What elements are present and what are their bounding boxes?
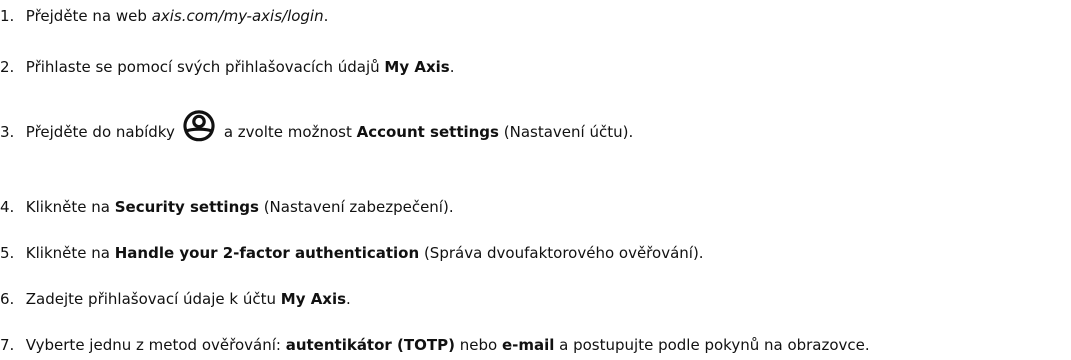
account-settings-label: Account settings: [356, 123, 499, 141]
step-number: 6.: [0, 290, 15, 308]
step-number: 2.: [0, 58, 15, 76]
step-text: Klikněte na: [25, 244, 115, 262]
step-text: Zadejte přihlašovací údaje k účtu: [25, 290, 281, 308]
step-text: (Nastavení účtu).: [498, 123, 634, 141]
step-6: 6. Zadejte přihlašovací údaje k účtu My …: [0, 288, 351, 310]
step-3: 3. Přejděte do nabídky a zvolte možnost A…: [0, 109, 633, 145]
step-7: 7. Vyberte jednu z metod ověřování: aute…: [0, 334, 870, 356]
user-account-icon: [180, 109, 218, 145]
step-number: 1.: [0, 7, 15, 25]
step-number: 3.: [0, 123, 15, 141]
step-text: Přejděte na web: [25, 7, 152, 25]
instruction-list: 1. Přejděte na web axis.com/my-axis/logi…: [0, 0, 1071, 360]
security-settings-label: Security settings: [114, 198, 259, 216]
email-label: e-mail: [501, 336, 555, 354]
step-number: 4.: [0, 198, 15, 216]
step-text: (Správa dvoufaktorového ověřování).: [419, 244, 704, 262]
step-text: .: [323, 7, 329, 25]
step-text: .: [449, 58, 455, 76]
my-axis-label: My Axis: [280, 290, 347, 308]
step-4: 4. Klikněte na Security settings (Nastav…: [0, 196, 454, 218]
step-1: 1. Přejděte na web axis.com/my-axis/logi…: [0, 5, 328, 27]
step-text: a postupujte podle pokynů na obrazovce.: [554, 336, 870, 354]
handle-2fa-label: Handle your 2-factor authentication: [114, 244, 420, 262]
step-text: Přihlaste se pomocí svých přihlašovacích…: [25, 58, 385, 76]
step-number: 5.: [0, 244, 15, 262]
step-number: 7.: [0, 336, 15, 354]
step-text: Přejděte do nabídky: [25, 123, 175, 141]
my-axis-label: My Axis: [384, 58, 450, 76]
step-2: 2. Přihlaste se pomocí svých přihlašovac…: [0, 56, 454, 78]
step-text: (Nastavení zabezpečení).: [258, 198, 454, 216]
totp-label: autentikátor (TOTP): [285, 336, 455, 354]
step-5: 5. Klikněte na Handle your 2-factor auth…: [0, 242, 704, 264]
step-text: nebo: [454, 336, 502, 354]
step-text: Vyberte jednu z metod ověřování:: [25, 336, 286, 354]
login-url: axis.com/my-axis/login: [151, 7, 324, 25]
step-text: a zvolte možnost: [223, 123, 357, 141]
step-text: Klikněte na: [25, 198, 115, 216]
step-text: .: [346, 290, 351, 308]
